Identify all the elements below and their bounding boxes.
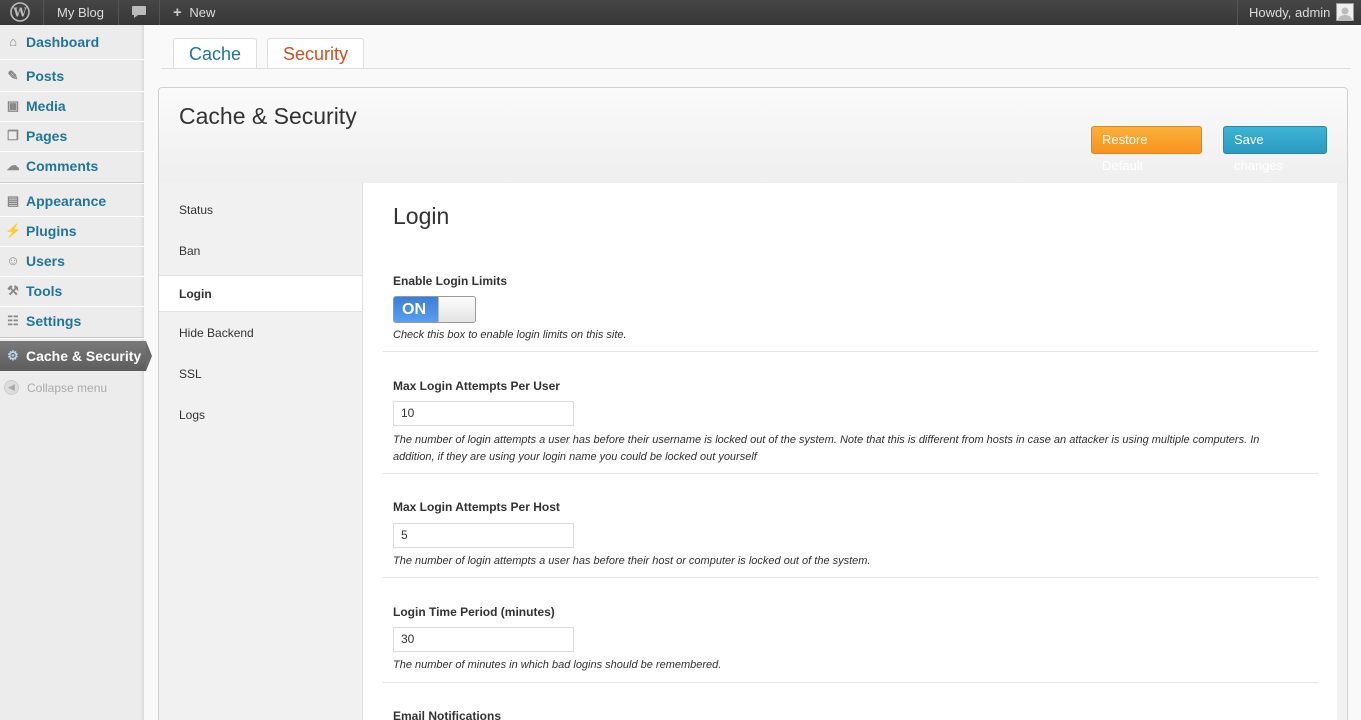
toggle-knob	[438, 297, 475, 322]
plug-icon: ⚡	[5, 223, 22, 238]
tab-divider	[161, 68, 1351, 69]
enable-login-limits-desc: Check this box to enable login limits on…	[393, 329, 627, 341]
sidebar-item-posts[interactable]: ✎ Posts	[0, 61, 144, 91]
login-settings-content: Login Enable Login Limits ON Check this …	[362, 183, 1337, 720]
site-name-link[interactable]: My Blog	[57, 0, 104, 25]
comments-icon[interactable]	[131, 0, 147, 25]
save-changes-button[interactable]: Save changes	[1223, 126, 1327, 173]
sidebar-item-cache-security[interactable]: ⚙ Cache & Security	[0, 341, 152, 371]
comment-icon: ☁	[6, 158, 20, 173]
dashboard-icon: ⌂	[9, 34, 17, 49]
sidebar-item-label: Users	[26, 253, 65, 269]
toggle-on-label: ON	[394, 297, 438, 322]
sidebar-item-label: Plugins	[26, 223, 77, 239]
admin-bar: W My Blog + New Howdy, admin	[0, 0, 1361, 25]
sidebar-item-users[interactable]: ☺ Users	[0, 246, 144, 276]
new-content-link[interactable]: + New	[173, 0, 215, 25]
subnav-ban[interactable]: Ban	[159, 233, 362, 270]
sidebar-item-label: Media	[26, 98, 66, 114]
sidebar-item-dashboard[interactable]: ⌂ Dashboard	[0, 27, 144, 57]
howdy-account-link[interactable]: Howdy, admin	[1249, 0, 1330, 25]
max-attempts-host-input[interactable]: 5	[393, 523, 574, 548]
tab-security[interactable]: Security	[267, 38, 365, 69]
subnav-status[interactable]: Status	[159, 192, 362, 229]
page-title: Cache & Security	[179, 103, 357, 129]
subnav-logs[interactable]: Logs	[159, 397, 362, 434]
pin-icon: ✎	[7, 68, 19, 83]
sidebar-item-pages[interactable]: ❐ Pages	[0, 121, 144, 151]
login-time-period-label: Login Time Period (minutes)	[393, 605, 555, 619]
sidebar-item-label: Posts	[26, 68, 65, 84]
max-attempts-user-label: Max Login Attempts Per User	[393, 379, 560, 393]
collapse-menu-button[interactable]: ◀ Collapse menu	[0, 378, 144, 398]
sidebar-item-label: Dashboard	[26, 34, 100, 50]
max-attempts-user-input[interactable]: 10	[393, 401, 574, 426]
gear-icon: ⚙	[7, 348, 19, 363]
tools-icon: ⚒	[7, 283, 19, 298]
subnav-hide-backend[interactable]: Hide Backend	[159, 315, 362, 352]
svg-text:W: W	[12, 6, 27, 20]
sidebar-item-label: Appearance	[26, 193, 107, 209]
login-time-period-input[interactable]: 30	[393, 627, 574, 652]
sidebar-item-appearance[interactable]: ▤ Appearance	[0, 186, 144, 216]
wordpress-logo-icon[interactable]: W	[10, 0, 32, 25]
sidebar-item-label: Pages	[26, 128, 68, 144]
max-attempts-host-desc: The number of login attempts a user has …	[393, 555, 871, 567]
restore-default-button[interactable]: Restore Default	[1091, 126, 1202, 173]
sidebar-item-settings[interactable]: ☷ Settings	[0, 306, 144, 336]
login-time-period-desc: The number of minutes in which bad login…	[393, 659, 722, 671]
tab-cache[interactable]: Cache	[173, 38, 258, 69]
email-notifications-label: Email Notifications	[393, 709, 502, 720]
enable-login-limits-label: Enable Login Limits	[393, 274, 508, 288]
max-attempts-host-label: Max Login Attempts Per Host	[393, 500, 560, 514]
sidebar-item-label: Cache & Security	[26, 348, 142, 364]
sidebar-item-plugins[interactable]: ⚡ Plugins	[0, 216, 144, 246]
users-icon: ☺	[6, 253, 20, 268]
settings-icon: ☷	[7, 313, 19, 328]
appearance-icon: ▤	[6, 193, 20, 208]
section-title: Login	[393, 203, 450, 229]
plus-icon: +	[173, 4, 182, 21]
max-attempts-user-desc: The number of login attempts a user has …	[393, 434, 1260, 463]
subnav-ssl[interactable]: SSL	[159, 356, 362, 393]
settings-panel: Cache & Security Restore Default Save ch…	[158, 87, 1348, 720]
sidebar-item-tools[interactable]: ⚒ Tools	[0, 276, 144, 306]
sidebar-item-label: Tools	[26, 283, 63, 299]
admin-sidebar: ⌂ Dashboard ✎ Posts ▣ Media ❐ Pages ☁ Co…	[0, 25, 152, 720]
sidebar-item-label: Settings	[26, 313, 82, 329]
sidebar-item-media[interactable]: ▣ Media	[0, 91, 144, 121]
subnav-login[interactable]: Login	[159, 275, 362, 312]
pages-icon: ❐	[7, 128, 19, 143]
sidebar-item-label: Comments	[26, 158, 99, 174]
enable-login-limits-toggle[interactable]: ON	[393, 296, 476, 323]
new-label: New	[189, 5, 216, 20]
sidebar-item-comments[interactable]: ☁ Comments	[0, 151, 144, 181]
collapse-menu-label: Collapse menu	[27, 381, 108, 395]
panel-header: Cache & Security Restore Default Save ch…	[159, 88, 1347, 183]
media-icon: ▣	[6, 98, 20, 113]
collapse-arrow-icon: ◀	[4, 380, 19, 395]
avatar[interactable]	[1336, 3, 1354, 21]
